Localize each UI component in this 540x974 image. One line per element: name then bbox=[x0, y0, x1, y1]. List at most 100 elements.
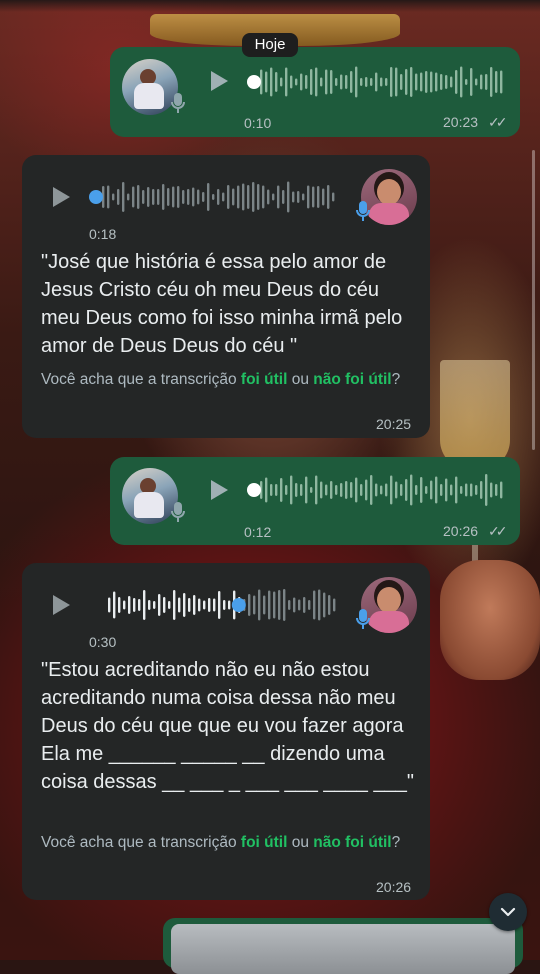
waveform-bar bbox=[285, 485, 288, 495]
waveform-bar bbox=[495, 484, 498, 496]
waveform-bar bbox=[218, 591, 221, 619]
feedback-not-useful-link[interactable]: não foi útil bbox=[313, 834, 391, 851]
waveform-bar bbox=[485, 74, 488, 90]
waveform-bar bbox=[500, 70, 503, 94]
feedback-or: ou bbox=[287, 834, 314, 851]
waveform-bar bbox=[258, 589, 261, 621]
media-thumbnail[interactable] bbox=[171, 924, 515, 974]
waveform-bar bbox=[212, 194, 215, 200]
incoming-voice-message[interactable]: 0:18 "José que história é essa pelo amor… bbox=[22, 155, 430, 438]
message-time: 20:26 bbox=[443, 523, 479, 539]
waveform-bar bbox=[465, 79, 468, 85]
waveform-bar bbox=[465, 483, 468, 497]
waveform-bar bbox=[460, 66, 463, 98]
waveform-bar bbox=[300, 484, 303, 496]
waveform-bar bbox=[188, 598, 191, 612]
play-icon bbox=[53, 187, 70, 207]
waveform-bar bbox=[310, 487, 313, 493]
waveform-bar bbox=[327, 185, 330, 209]
waveform-bar bbox=[193, 595, 196, 615]
scrollbar[interactable] bbox=[532, 150, 535, 450]
waveform-bar bbox=[355, 477, 358, 503]
waveform-bar bbox=[317, 186, 320, 208]
waveform-bar bbox=[280, 77, 283, 87]
waveform-bar bbox=[385, 78, 388, 86]
waveform-bar bbox=[305, 75, 308, 89]
waveform-bar bbox=[332, 192, 335, 202]
waveform-bar bbox=[420, 477, 423, 503]
waveform-bar bbox=[127, 193, 130, 201]
waveform-bar bbox=[360, 484, 363, 496]
audio-waveform[interactable] bbox=[94, 588, 338, 622]
top-edge-shadow bbox=[0, 0, 540, 12]
message-time: 20:25 bbox=[376, 416, 412, 432]
waveform-bar bbox=[410, 67, 413, 97]
outgoing-voice-message[interactable]: 0:12 20:26 ✓✓ bbox=[110, 457, 520, 545]
waveform-bar bbox=[198, 598, 201, 612]
waveform-bar bbox=[268, 590, 271, 620]
waveform-bar bbox=[263, 595, 266, 615]
waveform-bar bbox=[440, 484, 443, 496]
waveform-bar bbox=[495, 71, 498, 93]
waveform-bar bbox=[455, 476, 458, 504]
waveform-bar bbox=[365, 479, 368, 501]
waveform-bar bbox=[257, 184, 260, 210]
play-button[interactable] bbox=[50, 186, 72, 208]
waveform-bar bbox=[302, 193, 305, 201]
playback-progress-handle bbox=[89, 190, 103, 204]
feedback-not-useful-link[interactable]: não foi útil bbox=[313, 371, 391, 388]
audio-waveform[interactable] bbox=[246, 65, 506, 99]
waveform-bar bbox=[232, 188, 235, 206]
outgoing-media-message[interactable] bbox=[163, 918, 523, 974]
play-button[interactable] bbox=[50, 594, 72, 616]
feedback-useful-link[interactable]: foi útil bbox=[241, 371, 288, 388]
waveform-bar bbox=[323, 592, 326, 618]
audio-waveform[interactable] bbox=[88, 180, 338, 214]
feedback-useful-link[interactable]: foi útil bbox=[241, 834, 288, 851]
play-button[interactable] bbox=[208, 479, 230, 501]
feedback-question: Você acha que a transcrição bbox=[41, 371, 241, 388]
waveform-bar bbox=[213, 598, 216, 612]
waveform-bar bbox=[108, 597, 111, 613]
waveform-bar bbox=[182, 190, 185, 204]
play-button[interactable] bbox=[208, 70, 230, 92]
waveform-bar bbox=[143, 590, 146, 620]
waveform-bar bbox=[142, 190, 145, 204]
audio-waveform[interactable] bbox=[246, 473, 506, 507]
waveform-bar bbox=[285, 67, 288, 97]
waveform-bar bbox=[158, 594, 161, 616]
waveform-bar bbox=[370, 78, 373, 86]
waveform-bar bbox=[470, 68, 473, 96]
waveform-bar bbox=[137, 185, 140, 209]
waveform-bar bbox=[228, 600, 231, 610]
waveform-bar bbox=[167, 188, 170, 206]
waveform-bar bbox=[275, 484, 278, 496]
date-chip: Hoje bbox=[242, 33, 298, 57]
waveform-bar bbox=[405, 479, 408, 501]
waveform-bar bbox=[475, 485, 478, 495]
waveform-bar bbox=[313, 590, 316, 620]
waveform-bar bbox=[400, 484, 403, 496]
outgoing-voice-message[interactable]: 0:10 20:23 ✓✓ bbox=[110, 47, 520, 137]
waveform-bar bbox=[490, 67, 493, 97]
waveform-bar bbox=[320, 481, 323, 499]
waveform-bar bbox=[172, 186, 175, 208]
feedback-question: Você acha que a transcrição bbox=[41, 834, 241, 851]
read-receipt-icon: ✓✓ bbox=[488, 523, 508, 539]
play-icon bbox=[53, 595, 70, 615]
scroll-to-bottom-button[interactable] bbox=[489, 893, 527, 931]
waveform-bar bbox=[345, 75, 348, 89]
voice-duration: 0:12 bbox=[244, 524, 272, 540]
waveform-bar bbox=[163, 597, 166, 613]
waveform-bar bbox=[162, 184, 165, 210]
waveform-bar bbox=[425, 71, 428, 93]
waveform-bar bbox=[365, 77, 368, 87]
incoming-voice-message[interactable]: 0:30 "Estou acreditando não eu não estou… bbox=[22, 563, 430, 900]
mic-icon bbox=[170, 501, 186, 523]
waveform-bar bbox=[273, 591, 276, 619]
waveform-bar bbox=[380, 485, 383, 495]
waveform-bar bbox=[222, 192, 225, 202]
wallpaper-hand bbox=[440, 560, 540, 680]
waveform-bar bbox=[425, 486, 428, 494]
waveform-bar bbox=[340, 483, 343, 497]
